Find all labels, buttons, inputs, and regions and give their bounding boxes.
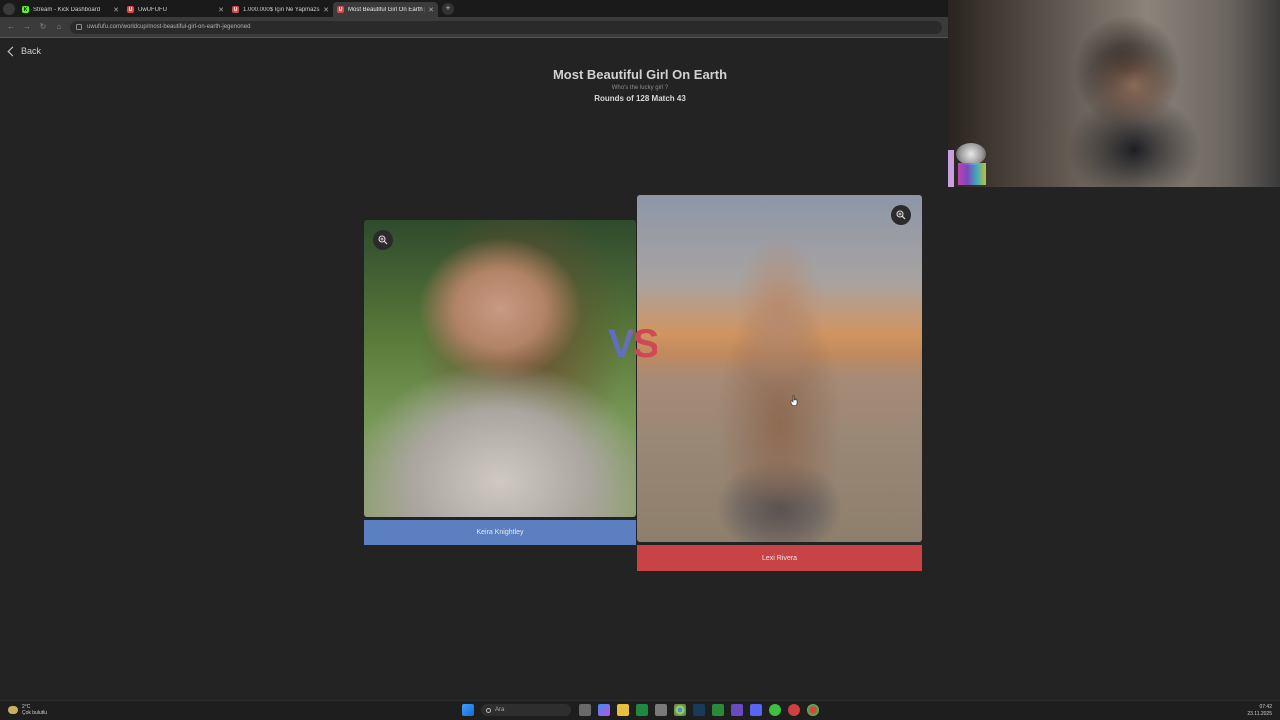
red-app-icon[interactable] (787, 704, 800, 716)
uwufufu-icon: U (232, 6, 239, 13)
clock-time: 07:42 (1259, 704, 1272, 710)
round-info: Rounds of 128 Match 43 (594, 94, 686, 103)
uwufufu-icon: U (127, 6, 134, 13)
contestant-image-right[interactable] (637, 195, 922, 542)
url-text: uwufufu.com/worldcup/most-beautiful-girl… (87, 24, 251, 30)
uwufufu-icon: U (337, 6, 344, 13)
contestant-image-left[interactable] (364, 220, 636, 517)
tab-label: 1.000.000$ İçin Ne Yapmazsın | (243, 6, 321, 13)
clock-date: 23.11.2025 (1247, 711, 1272, 717)
tab-label: Most Beautiful Girl On Earth | (348, 6, 426, 13)
taskbar-apps: Ara (458, 704, 822, 716)
search-placeholder: Ara (495, 707, 505, 713)
page-title: Most Beautiful Girl On Earth (552, 67, 728, 82)
rgb-keyboard (958, 163, 986, 185)
windows-start-icon[interactable] (461, 704, 474, 716)
home-icon[interactable]: ⌂ (54, 22, 64, 32)
steam-icon[interactable] (692, 704, 705, 716)
copilot-icon[interactable] (597, 704, 610, 716)
new-tab-button[interactable]: + (442, 3, 454, 15)
tab-uwufufu[interactable]: U UwUFUFU ✕ (123, 2, 228, 17)
close-icon[interactable]: ✕ (113, 6, 119, 14)
discord-icon[interactable] (749, 704, 762, 716)
lamp (956, 143, 986, 165)
divider (0, 37, 948, 38)
zoom-in-icon (378, 235, 388, 245)
zoom-in-button[interactable] (373, 230, 393, 250)
task-view-icon[interactable] (578, 704, 591, 716)
page-subtitle: Who's the lucky girl ? (611, 85, 669, 91)
close-icon[interactable]: ✕ (323, 6, 329, 14)
store-icon[interactable] (654, 704, 667, 716)
url-input[interactable]: uwufufu.com/worldcup/most-beautiful-girl… (70, 20, 942, 34)
site-info-icon[interactable] (76, 24, 82, 30)
forward-arrow-icon[interactable]: → (22, 22, 32, 32)
taskbar-search[interactable]: Ara (481, 704, 571, 716)
hand-cursor-icon (790, 395, 798, 406)
tab-label: Stream - Kick Dashboard (33, 6, 101, 13)
search-icon (486, 707, 491, 713)
page-header: Most Beautiful Girl On Earth Who's the l… (440, 67, 840, 103)
tab-label: UwUFUFU (138, 6, 167, 13)
tab-actions-button[interactable] (0, 0, 18, 17)
browser-addressbar: ← → ↻ ⌂ uwufufu.com/worldcup/most-beauti… (0, 17, 948, 37)
zoom-in-icon (896, 210, 906, 220)
browser-icon[interactable] (806, 704, 819, 716)
kick-icon: K (22, 6, 29, 13)
excel-icon[interactable] (635, 704, 648, 716)
green-app-icon[interactable] (768, 704, 781, 716)
chrome-icon[interactable] (673, 704, 686, 716)
webcam-overlay (948, 0, 1280, 187)
contestant-name-left[interactable]: Keira Knightley (364, 520, 636, 545)
taskbar: 2°C Çok bulutlu Ara 07:42 23.11.2025 (0, 700, 1280, 720)
monitor-glow (948, 150, 954, 187)
close-icon[interactable]: ✕ (428, 6, 434, 14)
file-explorer-icon[interactable] (616, 704, 629, 716)
tab-kick-dashboard[interactable]: K Stream - Kick Dashboard ✕ (18, 2, 123, 17)
back-arrow-icon[interactable]: ← (6, 22, 16, 32)
back-button[interactable]: Back (7, 46, 42, 56)
system-clock[interactable]: 07:42 23.11.2025 (1247, 704, 1272, 718)
zoom-in-button[interactable] (891, 205, 911, 225)
xbox-icon[interactable] (711, 704, 724, 716)
contestant-name-right[interactable]: Lexi Rivera (637, 545, 922, 571)
weather-desc: Çok bulutlu (22, 710, 48, 716)
weather-widget[interactable]: 2°C Çok bulutlu (8, 704, 47, 716)
back-label: Back (21, 46, 42, 56)
tab-most-beautiful-girl[interactable]: U Most Beautiful Girl On Earth | ✕ (333, 2, 438, 17)
vs-label: VS (608, 322, 659, 366)
close-icon[interactable]: ✕ (218, 6, 224, 14)
reload-icon[interactable]: ↻ (38, 22, 48, 32)
chevron-left-icon (7, 46, 18, 56)
cloud-icon (8, 706, 18, 714)
obs-icon[interactable] (730, 704, 743, 716)
browser-tabbar: K Stream - Kick Dashboard ✕ U UwUFUFU ✕ … (0, 0, 948, 17)
tab-million-dollar[interactable]: U 1.000.000$ İçin Ne Yapmazsın | ✕ (228, 2, 333, 17)
